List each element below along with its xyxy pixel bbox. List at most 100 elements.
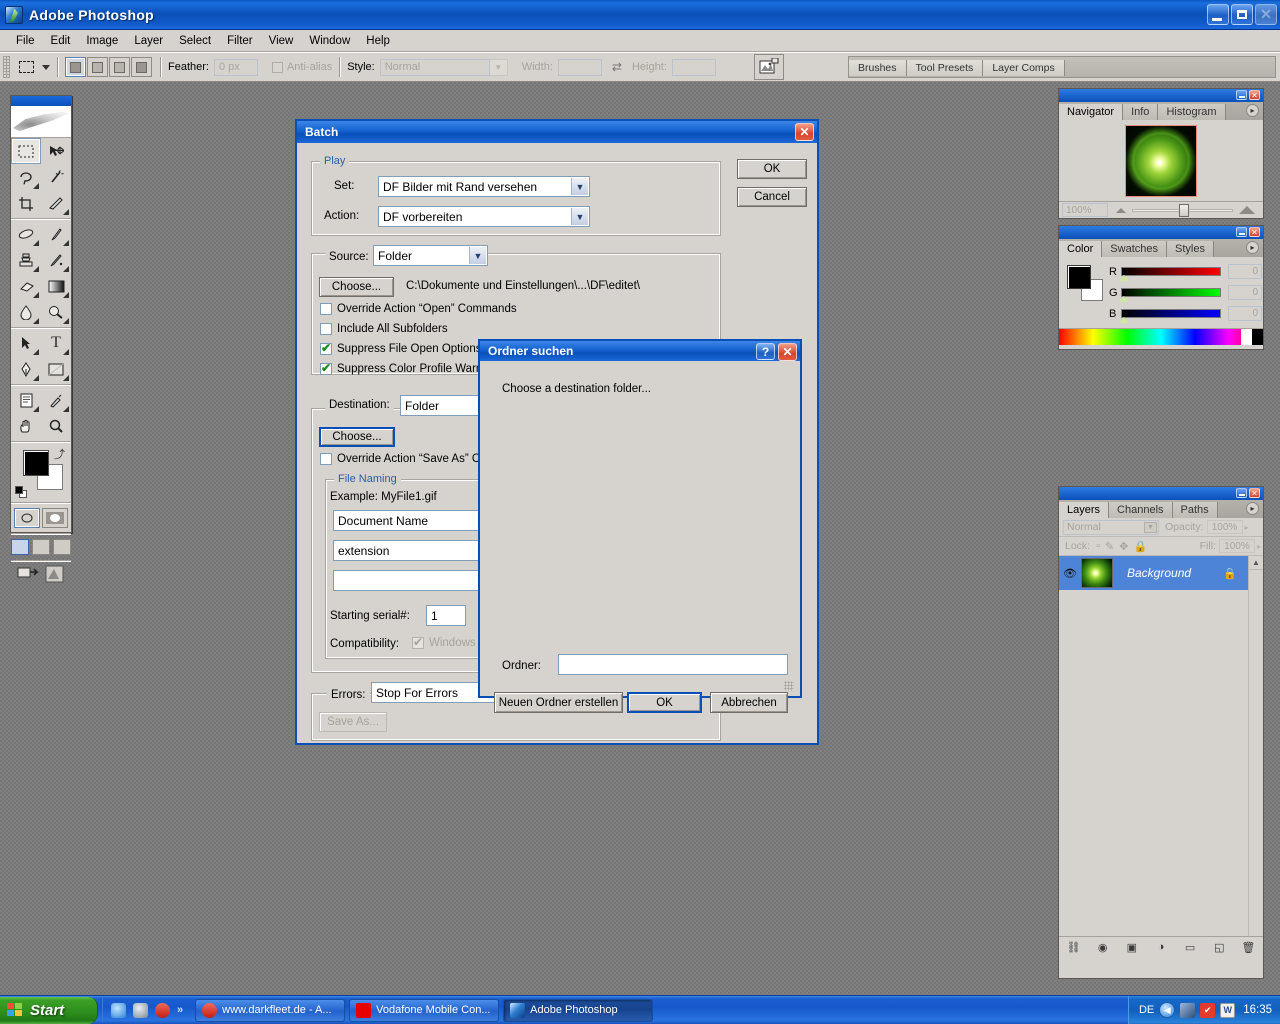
save-as-button[interactable]: Save As... xyxy=(319,712,387,732)
style-select[interactable]: Normal xyxy=(379,58,490,76)
clock[interactable]: 16:35 xyxy=(1243,1004,1272,1016)
checkbox-box[interactable] xyxy=(320,303,332,315)
tool-dodge[interactable] xyxy=(41,299,71,325)
tool-crop[interactable] xyxy=(11,190,41,216)
cancel-button[interactable]: Cancel xyxy=(737,187,807,207)
tool-clone-stamp[interactable] xyxy=(11,247,41,273)
antivirus-icon[interactable]: ✔ xyxy=(1200,1002,1216,1018)
palette-menu-icon[interactable]: ▸ xyxy=(1246,502,1259,515)
menu-item-layer[interactable]: Layer xyxy=(126,33,171,49)
intersect-selection-button[interactable] xyxy=(131,57,152,77)
color-palette-titlebar[interactable]: ✕ xyxy=(1059,226,1263,239)
folder-ok-button[interactable]: OK xyxy=(627,692,702,713)
green-value-input[interactable]: 0 xyxy=(1228,285,1262,300)
taskbar-button-darkfleet[interactable]: www.darkfleet.de - A... xyxy=(195,998,346,1022)
menu-item-select[interactable]: Select xyxy=(171,33,219,49)
suppress-color-profile-checkbox[interactable]: Suppress Color Profile Warnings xyxy=(320,361,503,375)
tool-healing-brush[interactable] xyxy=(11,221,41,247)
lock-all-icon[interactable]: 🔒 xyxy=(1133,540,1147,553)
menu-item-image[interactable]: Image xyxy=(78,33,126,49)
layer-visibility-eye-icon[interactable]: 👁 xyxy=(1063,567,1077,580)
well-tab-brushes[interactable]: Brushes xyxy=(849,60,907,76)
menu-item-window[interactable]: Window xyxy=(301,33,358,49)
navigator-preview[interactable] xyxy=(1059,120,1263,201)
tool-pen[interactable] xyxy=(11,356,41,382)
set-select[interactable]: DF Bilder mit Rand versehen ▼ xyxy=(378,176,590,197)
taskbar-button-vodafone[interactable]: Vodafone Mobile Con... xyxy=(349,998,500,1022)
tool-slice[interactable] xyxy=(41,190,71,216)
layer-list-scrollbar[interactable]: ▲ xyxy=(1248,556,1263,936)
include-subfolders-checkbox[interactable]: Include All Subfolders xyxy=(320,323,448,335)
toolbox-drag-handle[interactable] xyxy=(11,96,71,106)
new-selection-button[interactable] xyxy=(65,57,86,77)
language-indicator[interactable]: DE xyxy=(1139,1004,1154,1016)
chevron-down-icon[interactable]: ▼ xyxy=(469,247,486,264)
new-layer-icon[interactable]: ◱ xyxy=(1211,940,1228,955)
quick-launch-more-icon[interactable]: » xyxy=(177,1004,183,1016)
fill-chevron-icon[interactable]: ▸ xyxy=(1257,542,1261,551)
maximize-button[interactable] xyxy=(1231,4,1253,25)
checkbox-box[interactable] xyxy=(320,323,332,335)
layers-close-button[interactable]: ✕ xyxy=(1249,488,1260,498)
folder-dialog-titlebar[interactable]: Ordner suchen ? ✕ xyxy=(480,341,800,361)
ok-button[interactable]: OK xyxy=(737,159,807,179)
feather-input[interactable]: 0 px xyxy=(213,58,258,76)
menu-item-file[interactable]: File xyxy=(8,33,43,49)
navigator-palette-titlebar[interactable]: ✕ xyxy=(1059,89,1263,102)
starting-serial-input[interactable]: 1 xyxy=(426,605,466,626)
tool-history-brush[interactable] xyxy=(41,247,71,273)
tool-move[interactable] xyxy=(41,138,71,164)
tool-gradient[interactable] xyxy=(41,273,71,299)
width-input[interactable] xyxy=(557,58,602,76)
tool-type[interactable]: T xyxy=(41,330,71,356)
destination-choose-button[interactable]: Choose... xyxy=(319,427,395,447)
close-icon[interactable]: ✕ xyxy=(795,123,814,141)
tab-paths[interactable]: Paths xyxy=(1172,502,1218,518)
chevron-down-icon[interactable]: ▼ xyxy=(571,208,588,225)
black-swatch[interactable] xyxy=(1252,329,1263,345)
zoom-in-icon[interactable] xyxy=(1239,206,1255,214)
height-input[interactable] xyxy=(671,58,716,76)
source-select[interactable]: Folder ▼ xyxy=(373,245,488,266)
compatibility-windows-checkbox[interactable]: Windows xyxy=(412,635,476,649)
close-button[interactable]: ✕ xyxy=(1255,4,1277,25)
layer-name[interactable]: Background xyxy=(1127,566,1191,580)
tool-lasso[interactable] xyxy=(11,164,41,190)
batch-dialog-titlebar[interactable]: Batch ✕ xyxy=(297,121,817,143)
navigator-minimize-button[interactable] xyxy=(1236,90,1247,100)
media-player-icon[interactable] xyxy=(133,1002,148,1018)
new-folder-button[interactable]: Neuen Ordner erstellen xyxy=(494,692,623,713)
options-bar-grip[interactable] xyxy=(3,56,10,78)
word-icon[interactable]: W xyxy=(1220,1002,1236,1018)
scroll-up-icon[interactable]: ▲ xyxy=(1249,556,1263,570)
standard-screen-mode-button[interactable] xyxy=(11,539,29,555)
start-button[interactable]: Start xyxy=(0,997,98,1024)
white-swatch[interactable] xyxy=(1241,329,1252,345)
tab-channels[interactable]: Channels xyxy=(1109,502,1173,518)
chevron-down-icon[interactable]: ▼ xyxy=(571,178,588,195)
folder-tree-view[interactable] xyxy=(490,410,790,625)
menu-item-edit[interactable]: Edit xyxy=(43,33,79,49)
foreground-color-swatch[interactable] xyxy=(1067,265,1091,289)
layers-palette-titlebar[interactable]: ✕ xyxy=(1059,487,1263,500)
full-screen-mode-button[interactable] xyxy=(53,539,71,555)
taskbar-button-photoshop[interactable]: Adobe Photoshop xyxy=(503,998,654,1022)
anti-alias-checkbox[interactable] xyxy=(271,61,283,73)
foreground-color-swatch[interactable] xyxy=(23,450,49,476)
well-tab-tool-presets[interactable]: Tool Presets xyxy=(906,60,984,76)
default-colors-icon[interactable] xyxy=(15,486,27,498)
tool-eyedropper[interactable] xyxy=(41,387,71,413)
folder-cancel-button[interactable]: Abbrechen xyxy=(710,692,788,713)
layer-list[interactable]: 👁 Background 🔒 ▲ xyxy=(1059,556,1263,936)
swap-dimensions-icon[interactable]: ⇄ xyxy=(612,60,622,74)
current-tool-icon[interactable] xyxy=(14,56,38,78)
new-group-icon[interactable]: ▭ xyxy=(1182,940,1199,955)
menu-item-view[interactable]: View xyxy=(261,33,302,49)
tool-notes[interactable] xyxy=(11,387,41,413)
show-hidden-icons-icon[interactable]: ◀ xyxy=(1159,1002,1176,1018)
well-tab-layer-comps[interactable]: Layer Comps xyxy=(983,60,1065,76)
fill-input[interactable]: 100% xyxy=(1218,539,1255,553)
lock-transparency-icon[interactable]: ▫ xyxy=(1096,540,1100,552)
add-to-selection-button[interactable] xyxy=(87,57,108,77)
blue-slider[interactable] xyxy=(1119,309,1221,323)
